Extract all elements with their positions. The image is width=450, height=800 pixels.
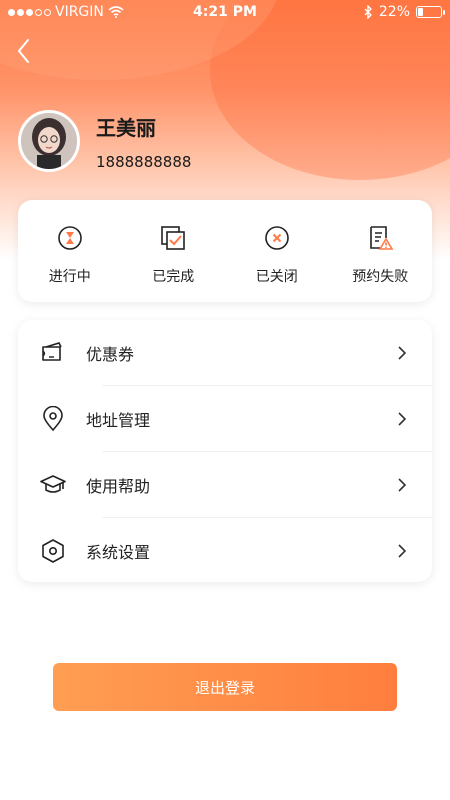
order-completed[interactable]: 已完成 bbox=[122, 200, 226, 302]
user-name: 王美丽 bbox=[96, 115, 156, 140]
battery-percent: 22% bbox=[378, 4, 410, 20]
menu-item-label: 优惠券 bbox=[86, 345, 135, 364]
order-label: 预约失败 bbox=[352, 269, 409, 285]
completed-check-icon bbox=[161, 226, 186, 250]
battery-icon bbox=[416, 6, 445, 18]
user-profile[interactable]: 王美丽 1888888888 bbox=[18, 110, 191, 172]
back-chevron-icon[interactable] bbox=[10, 36, 40, 66]
avatar[interactable] bbox=[18, 110, 80, 172]
coupon-icon bbox=[42, 342, 62, 361]
chevron-right-icon bbox=[398, 544, 407, 558]
hourglass-icon bbox=[57, 226, 82, 250]
settings-hexagon-icon bbox=[42, 539, 64, 563]
bluetooth-icon bbox=[364, 5, 372, 19]
order-status-card: 进行中 已完成 已关闭 预约失败 bbox=[18, 200, 432, 302]
chevron-right-icon bbox=[398, 412, 407, 426]
user-phone: 1888888888 bbox=[96, 152, 192, 171]
menu-item-help[interactable]: 使用帮助 bbox=[18, 452, 432, 518]
menu-item-label: 使用帮助 bbox=[86, 477, 151, 496]
menu-item-label: 地址管理 bbox=[86, 411, 151, 430]
graduation-cap-icon bbox=[40, 475, 66, 493]
closed-x-icon bbox=[264, 226, 289, 250]
order-failed[interactable]: 预约失败 bbox=[329, 200, 433, 302]
menu-item-address[interactable]: 地址管理 bbox=[18, 386, 432, 452]
order-in-progress[interactable]: 进行中 bbox=[18, 200, 122, 302]
menu-item-label: 系统设置 bbox=[86, 543, 151, 562]
order-label: 进行中 bbox=[48, 269, 91, 285]
logout-button[interactable]: 退出登录 bbox=[53, 663, 397, 711]
chevron-right-icon bbox=[398, 478, 407, 492]
failed-warning-icon bbox=[370, 226, 394, 250]
chevron-right-icon bbox=[398, 346, 407, 360]
order-closed[interactable]: 已关闭 bbox=[225, 200, 329, 302]
status-bar: VIRGIN 4:21 PM 22% bbox=[0, 0, 450, 24]
menu-item-settings[interactable]: 系统设置 bbox=[18, 518, 432, 584]
menu-list: 优惠券 地址管理 使用帮助 系统设置 bbox=[18, 320, 432, 582]
location-pin-icon bbox=[43, 406, 63, 432]
order-label: 已完成 bbox=[152, 269, 195, 285]
order-label: 已关闭 bbox=[255, 269, 298, 285]
menu-item-coupon[interactable]: 优惠券 bbox=[18, 320, 432, 386]
